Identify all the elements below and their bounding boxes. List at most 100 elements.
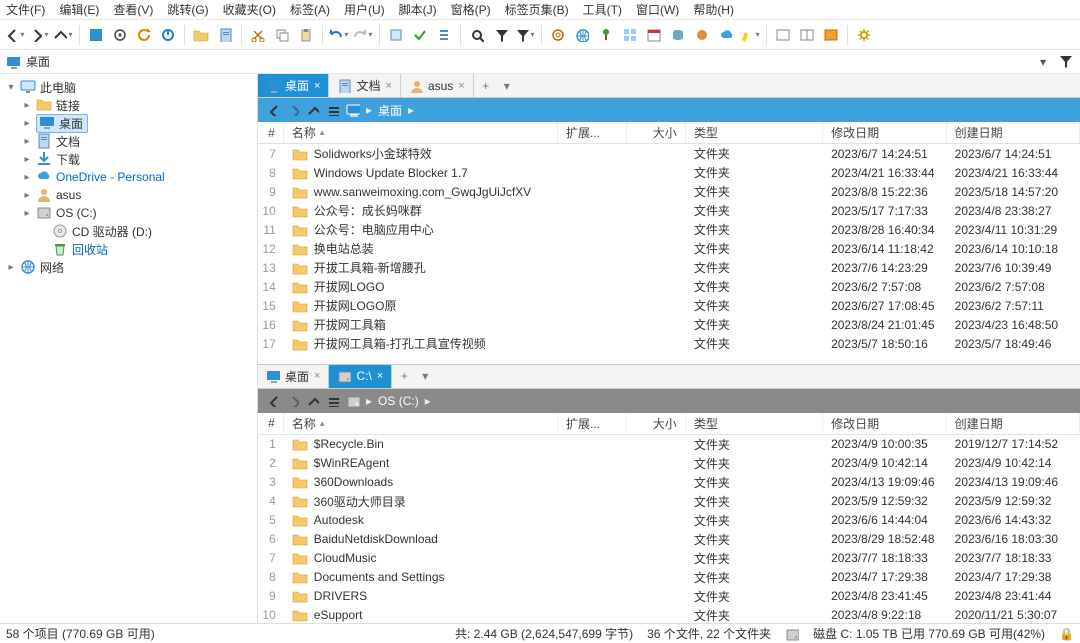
list-row[interactable]: 3360Downloads文件夹2023/4/13 19:09:462023/4…: [258, 473, 1080, 492]
refresh-button[interactable]: [133, 24, 155, 46]
tree-icon[interactable]: [595, 24, 617, 46]
list-row[interactable]: 17开拔网工具箱-打孔工具宣传视频文件夹2023/5/7 18:50:16202…: [258, 334, 1080, 353]
tree-item[interactable]: ▸文档: [0, 132, 257, 150]
filter-button[interactable]: [490, 24, 512, 46]
col-size[interactable]: 大小: [627, 413, 686, 434]
menu-item[interactable]: 标签(A): [290, 1, 330, 18]
list-row[interactable]: 10公众号：成长妈咪群文件夹2023/5/17 7:17:332023/4/8 …: [258, 201, 1080, 220]
list-row[interactable]: 14开拔网LOGO文件夹2023/6/2 7:57:082023/6/2 7:5…: [258, 277, 1080, 296]
address-path[interactable]: 桌面: [26, 53, 1034, 70]
grid-icon[interactable]: [619, 24, 641, 46]
tree-item[interactable]: ▸下载: [0, 150, 257, 168]
list-row[interactable]: 9DRIVERS文件夹2023/4/8 23:41:452023/4/8 23:…: [258, 587, 1080, 606]
check-button[interactable]: [409, 24, 431, 46]
menu-item[interactable]: 编辑(E): [59, 1, 99, 18]
list-row[interactable]: 4360驱动大师目录文件夹2023/5/9 12:59:322023/5/9 1…: [258, 492, 1080, 511]
crumb-root-icon[interactable]: [346, 394, 360, 408]
pane-top-header[interactable]: # 名称 扩展... 大小 类型 修改日期 创建日期: [258, 122, 1080, 144]
crumb-segment[interactable]: OS (C:): [378, 394, 419, 408]
copy-button[interactable]: [271, 24, 293, 46]
swirl-icon[interactable]: [547, 24, 569, 46]
tree-item[interactable]: CD 驱动器 (D:): [0, 222, 257, 240]
col-ext[interactable]: 扩展...: [558, 413, 627, 434]
crumb-menu-button[interactable]: [326, 103, 340, 117]
col-size[interactable]: 大小: [627, 122, 686, 143]
calendar-icon[interactable]: [643, 24, 665, 46]
col-type[interactable]: 类型: [686, 413, 823, 434]
highlight-icon[interactable]: [739, 24, 761, 46]
list-row[interactable]: 10eSupport文件夹2023/4/8 9:22:182020/11/21 …: [258, 606, 1080, 623]
list-row[interactable]: 7CloudMusic文件夹2023/7/7 18:18:332023/7/7 …: [258, 549, 1080, 568]
tree-item[interactable]: ▸OneDrive - Personal: [0, 168, 257, 186]
crumb-menu-button[interactable]: [326, 394, 340, 408]
pane-split-icon[interactable]: [796, 24, 818, 46]
list-row[interactable]: 11公众号：电脑应用中心文件夹2023/8/28 16:40:342023/4/…: [258, 220, 1080, 239]
menu-item[interactable]: 窗口(W): [636, 1, 679, 18]
filter-icon[interactable]: [1058, 54, 1074, 70]
col-modified[interactable]: 修改日期: [823, 413, 947, 434]
tab-close-button[interactable]: ×: [314, 80, 320, 92]
crumb-up-button[interactable]: [306, 103, 320, 117]
menubar[interactable]: 文件(F)编辑(E)查看(V)跳转(G)收藏夹(O)标签(A)用户(U)脚本(J…: [0, 0, 1080, 20]
target-button[interactable]: [109, 24, 131, 46]
col-name[interactable]: 名称: [284, 413, 558, 434]
view-mode-button[interactable]: [85, 24, 107, 46]
tab[interactable]: asus×: [401, 74, 474, 97]
list-row[interactable]: 8Documents and Settings文件夹2023/4/7 17:29…: [258, 568, 1080, 587]
list-row[interactable]: 15开拔网LOGO原文件夹2023/6/27 17:08:452023/6/2 …: [258, 296, 1080, 315]
list-row[interactable]: 2$WinREAgent文件夹2023/4/9 10:42:142023/4/9…: [258, 454, 1080, 473]
pane-top-body[interactable]: 7Solidworks小金球特效文件夹2023/6/7 14:24:512023…: [258, 144, 1080, 364]
gear-icon[interactable]: [853, 24, 875, 46]
tree-expander[interactable]: ▸: [22, 118, 32, 129]
tree-expander[interactable]: ▾: [6, 82, 16, 93]
pane-top-crumbbar[interactable]: ▸ 桌面 ▸: [258, 98, 1080, 122]
list-row[interactable]: 7Solidworks小金球特效文件夹2023/6/7 14:24:512023…: [258, 144, 1080, 163]
paste-button[interactable]: [295, 24, 317, 46]
menu-item[interactable]: 收藏夹(O): [223, 1, 276, 18]
tab-dropdown-button[interactable]: ▾: [498, 74, 516, 97]
menu-item[interactable]: 跳转(G): [167, 1, 208, 18]
crumb-root-icon[interactable]: [346, 103, 360, 117]
col-modified[interactable]: 修改日期: [823, 122, 947, 143]
tree-expander[interactable]: ▸: [22, 190, 32, 201]
list-button[interactable]: [433, 24, 455, 46]
ball-icon[interactable]: [691, 24, 713, 46]
pane-single-icon[interactable]: [772, 24, 794, 46]
menu-item[interactable]: 用户(U): [344, 1, 385, 18]
tree-item[interactable]: ▸asus: [0, 186, 257, 204]
menu-item[interactable]: 帮助(H): [693, 1, 734, 18]
globe-icon[interactable]: [571, 24, 593, 46]
menu-item[interactable]: 标签页集(B): [505, 1, 569, 18]
tab[interactable]: C:\×: [329, 365, 392, 388]
cut-button[interactable]: [247, 24, 269, 46]
crumb-segment[interactable]: 桌面: [378, 102, 402, 119]
col-created[interactable]: 创建日期: [947, 413, 1080, 434]
col-name[interactable]: 名称: [284, 122, 558, 143]
pane-bottom-header[interactable]: # 名称 扩展... 大小 类型 修改日期 创建日期: [258, 413, 1080, 435]
tab-close-button[interactable]: ×: [314, 370, 320, 382]
tree-expander[interactable]: ▸: [22, 136, 32, 147]
tree-item[interactable]: ▸OS (C:): [0, 204, 257, 222]
filter-drop-button[interactable]: [514, 24, 536, 46]
tree-item[interactable]: ▸网络: [0, 258, 257, 276]
tree-expander[interactable]: ▸: [22, 154, 32, 165]
menu-item[interactable]: 文件(F): [6, 1, 45, 18]
col-index[interactable]: #: [258, 122, 284, 143]
nav-forward-button[interactable]: [28, 24, 50, 46]
undo-button[interactable]: [328, 24, 350, 46]
list-row[interactable]: 8Windows Update Blocker 1.7文件夹2023/4/21 …: [258, 163, 1080, 182]
pane-bottom-crumbbar[interactable]: ▸ OS (C:) ▸: [258, 389, 1080, 413]
tab-close-button[interactable]: ×: [377, 370, 383, 382]
pane-bottom-body[interactable]: 1$Recycle.Bin文件夹2023/4/9 10:00:352019/12…: [258, 435, 1080, 623]
new-folder-button[interactable]: [190, 24, 212, 46]
new-file-button[interactable]: [214, 24, 236, 46]
crumb-fwd-button[interactable]: [286, 394, 300, 408]
tree-item[interactable]: ▾此电脑: [0, 78, 257, 96]
address-drop-button[interactable]: ▾: [1034, 55, 1052, 69]
menu-item[interactable]: 窗格(P): [451, 1, 491, 18]
tree-item[interactable]: ▸桌面: [0, 114, 257, 132]
tree-expander[interactable]: ▸: [6, 262, 16, 273]
col-ext[interactable]: 扩展...: [558, 122, 627, 143]
nav-back-button[interactable]: [4, 24, 26, 46]
cloud2-icon[interactable]: [715, 24, 737, 46]
